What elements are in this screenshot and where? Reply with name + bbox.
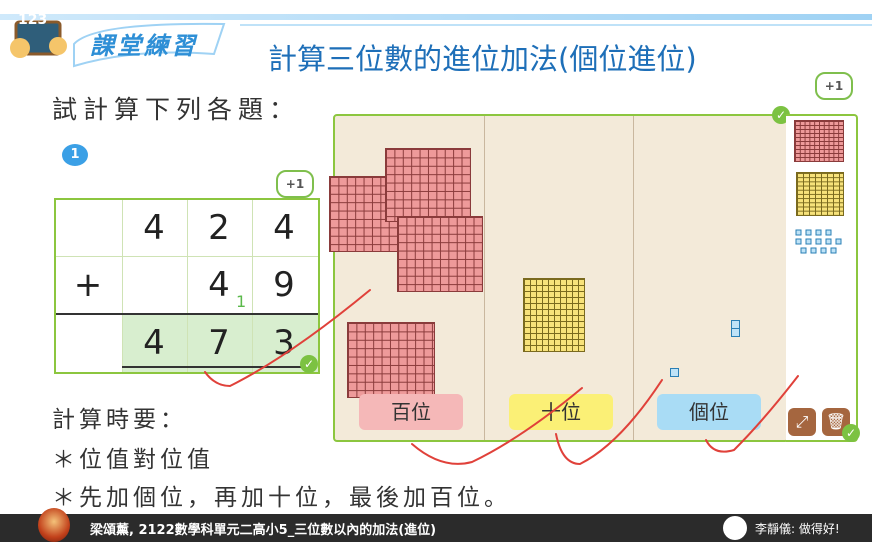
addition-table: 4 2 4 + 4 9 1 4 7 3 xyxy=(54,198,320,374)
place-value-board[interactable]: 百位 十位 個位 xyxy=(329,114,789,442)
carry-digit: 1 xyxy=(236,292,247,311)
cell-r2-c1[interactable] xyxy=(122,257,186,313)
rules-line-2: ＊先加個位，再加十位，最後加百位。 xyxy=(52,485,511,511)
expand-icon[interactable]: ⤢ xyxy=(788,408,816,436)
check-icon: ✓ xyxy=(300,355,318,373)
cell-r1-c2[interactable]: 2 xyxy=(187,200,251,256)
plus-one-button-top[interactable]: +1 xyxy=(815,72,853,100)
prompt-text: 試計算下列各題： xyxy=(52,95,301,124)
cell-r1-c1[interactable]: 4 xyxy=(122,200,186,256)
label-tens: 十位 xyxy=(509,394,613,430)
board-divider xyxy=(484,116,485,440)
status-right-text: 李靜儀: 做得好! xyxy=(755,522,840,536)
unit-cube[interactable] xyxy=(670,368,679,377)
rules-heading: 計算時要： xyxy=(52,407,187,433)
label-ones: 個位 xyxy=(657,394,761,430)
page-title: 計算三位數的進位加法(個位進位) xyxy=(268,42,697,76)
palette-tens-blocks[interactable] xyxy=(796,172,844,216)
tens-block-group[interactable] xyxy=(523,278,585,352)
avatar xyxy=(38,508,70,542)
rules-line-1: ＊位值對位值 xyxy=(52,447,214,473)
avatar xyxy=(723,516,747,540)
cell-r1-c0[interactable] xyxy=(56,200,120,256)
check-icon: ✓ xyxy=(842,424,860,442)
palette-hundred-block[interactable] xyxy=(794,120,844,162)
hundred-block[interactable] xyxy=(397,216,483,292)
board-divider xyxy=(633,116,634,440)
status-left-text: 梁頌薰, 2122數學科單元二高小5_三位數以內的加法(進位) xyxy=(90,523,437,538)
answer-c2[interactable]: 7 xyxy=(187,315,251,371)
status-bar: 梁頌薰, 2122數學科單元二高小5_三位數以內的加法(進位) 李靜儀: 做得好… xyxy=(0,508,872,542)
hundred-block[interactable] xyxy=(347,322,435,398)
question-number-badge: 1 xyxy=(62,144,88,166)
palette-unit-cubes[interactable] xyxy=(794,228,846,260)
hundred-block[interactable] xyxy=(385,148,471,222)
plus-one-button-left[interactable]: +1 xyxy=(276,170,314,198)
answer-c1[interactable]: 4 xyxy=(122,315,186,371)
cell-r2-c3[interactable]: 9 xyxy=(252,257,316,313)
block-palette: ⤢ 🗑 xyxy=(786,114,858,442)
cell-r1-c3[interactable]: 4 xyxy=(252,200,316,256)
label-hundreds: 百位 xyxy=(359,394,463,430)
unit-cube[interactable] xyxy=(731,328,740,337)
logo-digits: 123 xyxy=(18,12,48,28)
plus-sign: + xyxy=(73,265,103,305)
header-underline xyxy=(240,24,872,26)
logo-text: 課堂練習 xyxy=(90,32,198,60)
answer-c0[interactable] xyxy=(56,315,120,371)
